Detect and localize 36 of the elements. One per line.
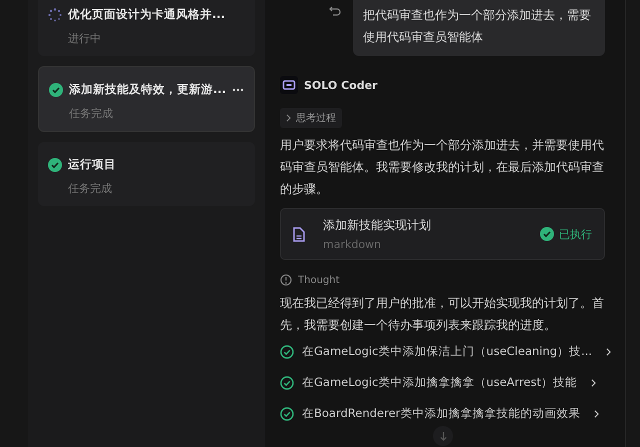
file-card[interactable]: 添加新技能实现计划 markdown 已执行 — [280, 208, 605, 260]
todo-item[interactable]: 在GameLogic类中添加擒拿擒拿（useArrest）技能 — [302, 375, 578, 390]
more-icon[interactable] — [232, 88, 244, 92]
undo-icon[interactable] — [329, 6, 341, 16]
file-title: 添加新技能实现计划 — [323, 217, 432, 234]
spinner-icon — [48, 8, 62, 22]
scroll-down-button[interactable] — [433, 426, 453, 446]
task-card[interactable]: 优化页面设计为卡通风格并... 进行中 — [38, 0, 255, 56]
chevron-icon — [594, 410, 600, 418]
arrow-down-icon — [438, 430, 448, 442]
task-title: 优化页面设计为卡通风格并... — [68, 7, 226, 22]
thought-label: Thought — [298, 274, 340, 286]
check-icon — [48, 158, 62, 172]
task-status: 任务完成 — [68, 106, 114, 121]
task-card[interactable]: 运行项目 任务完成 — [38, 142, 255, 206]
task-title: 添加新技能及特效，更新游... — [69, 82, 226, 97]
task-card[interactable]: 添加新技能及特效，更新游... 任务完成 — [38, 66, 255, 132]
thinking-toggle[interactable]: 思考过程 — [280, 108, 342, 128]
reply-text: 用户要求将代码审查也作为一个部分添加进去，并需要使用代码审查员智能体。我需要修改我的计划，在最后添加代码审查的步骤。 — [280, 137, 605, 198]
todo-item[interactable]: 在BoardRenderer类中添加擒拿擒拿技能的动画效果 — [302, 406, 580, 421]
chevron-icon — [591, 378, 596, 386]
agent-name: SOLO Coder — [304, 78, 378, 92]
status-label: 已执行 — [559, 226, 592, 242]
chevron-icon — [606, 348, 612, 356]
task-status: 进行中 — [67, 31, 102, 46]
check-icon — [49, 82, 63, 96]
task-status: 任务完成 — [67, 181, 113, 196]
robot-icon — [280, 76, 298, 94]
check-icon — [540, 227, 554, 241]
document-icon — [293, 226, 305, 242]
todo-item[interactable]: 在GameLogic类中添加保洁上门（useCleaning）技... — [302, 344, 592, 359]
user-message: 把代码审查也作为一个部分添加进去，需要使用代码审查员智能体 — [353, 0, 605, 56]
file-type: markdown — [323, 238, 382, 251]
task-title: 运行项目 — [68, 157, 117, 172]
chevron-icon — [286, 114, 291, 122]
reply-text: 现在我已经得到了用户的批准，可以开始实现我的计划了。首先，我需要创建一个待办事项列表来跟踪我的进度。 — [280, 295, 605, 334]
